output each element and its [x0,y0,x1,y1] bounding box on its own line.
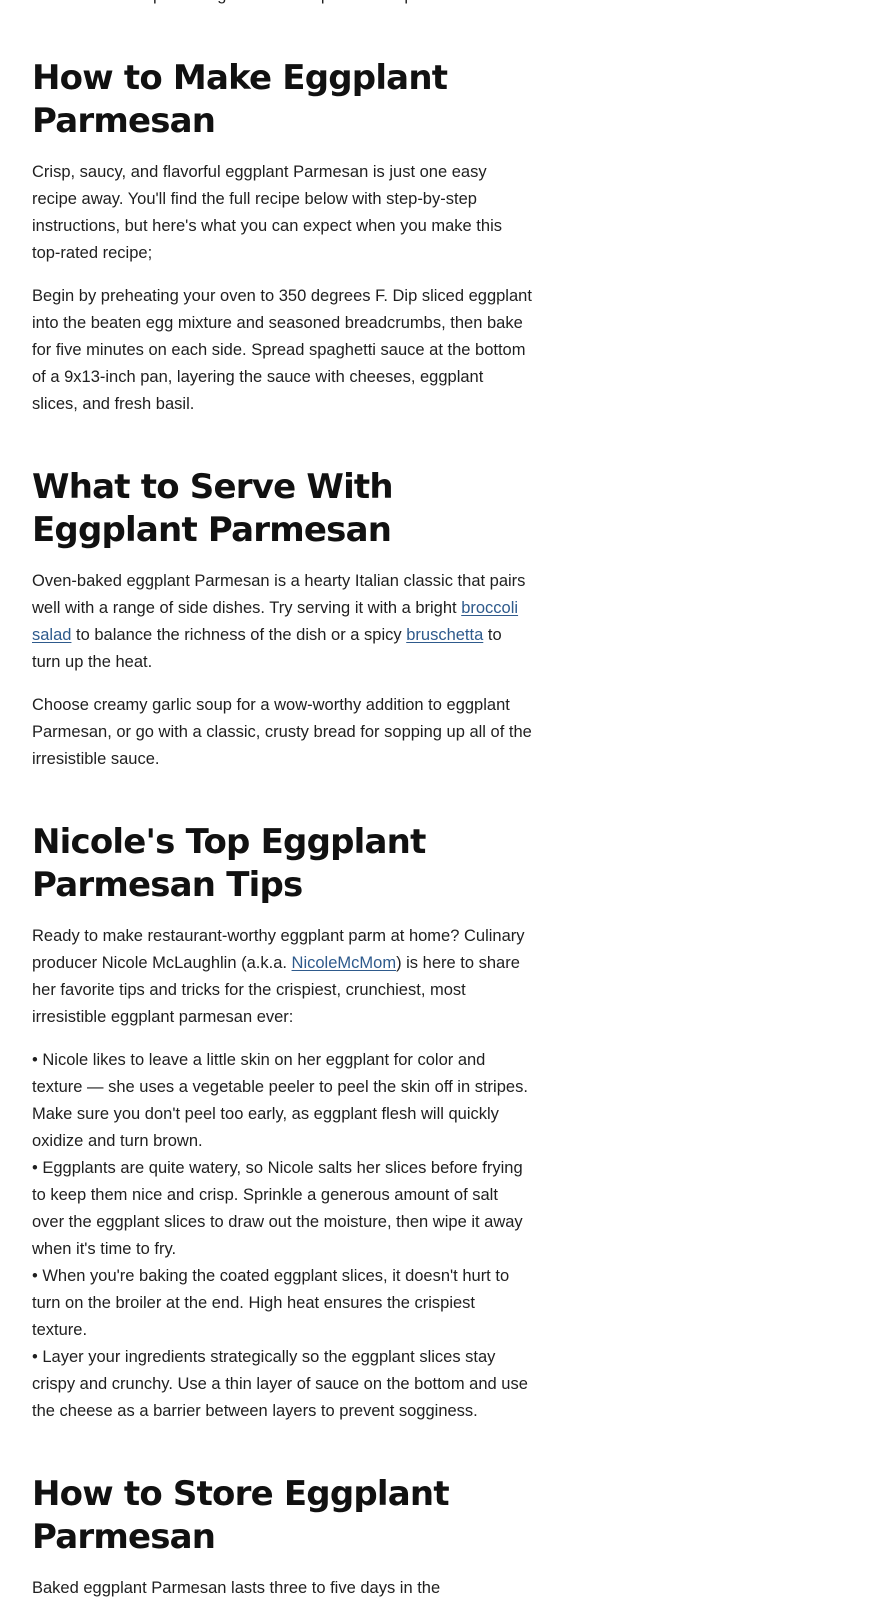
heading-tips: Nicole's Top Eggplant Parmesan Tips [32,822,426,905]
what-to-serve-paragraph-2: Choose creamy garlic soup for a wow-wort… [32,696,532,768]
tips-list: • Nicole likes to leave a little skin on… [32,1047,532,1425]
nicolemcmom-link[interactable]: NicoleMcMom [292,954,397,972]
heading-how-to-make: How to Make Eggplant Parmesan [32,58,448,141]
tip-item: • Layer your ingredients strategically s… [32,1348,528,1420]
tip-item: • When you're baking the coated eggplant… [32,1267,510,1339]
how-to-make-paragraph-1: Crisp, saucy, and flavorful eggplant Par… [32,163,502,262]
paragraph-text: Oven-baked eggplant Parmesan is a hearty… [32,572,526,617]
tip-item: • Eggplants are quite watery, so Nicole … [32,1159,523,1258]
how-to-store-paragraph-1: Baked eggplant Parmesan lasts three to f… [32,1579,441,1597]
tips-intro-paragraph: Ready to make restaurant-worthy eggplant… [32,923,532,1031]
tip-item: • Nicole likes to leave a little skin on… [32,1051,528,1150]
intro-paragraph-tail: create Italian-inspired magic with this … [32,0,532,9]
how-to-make-paragraph-2: Begin by preheating your oven to 350 deg… [32,287,532,413]
paragraph-text: to balance the richness of the dish or a… [71,626,407,644]
bruschetta-link[interactable]: bruschetta [406,626,483,644]
heading-what-to-serve: What to Serve With Eggplant Parmesan [32,467,394,550]
article-body: create Italian-inspired magic with this … [32,0,532,1618]
heading-how-to-store: How to Store Eggplant Parmesan [32,1474,450,1557]
what-to-serve-paragraph-1: Oven-baked eggplant Parmesan is a hearty… [32,568,532,676]
